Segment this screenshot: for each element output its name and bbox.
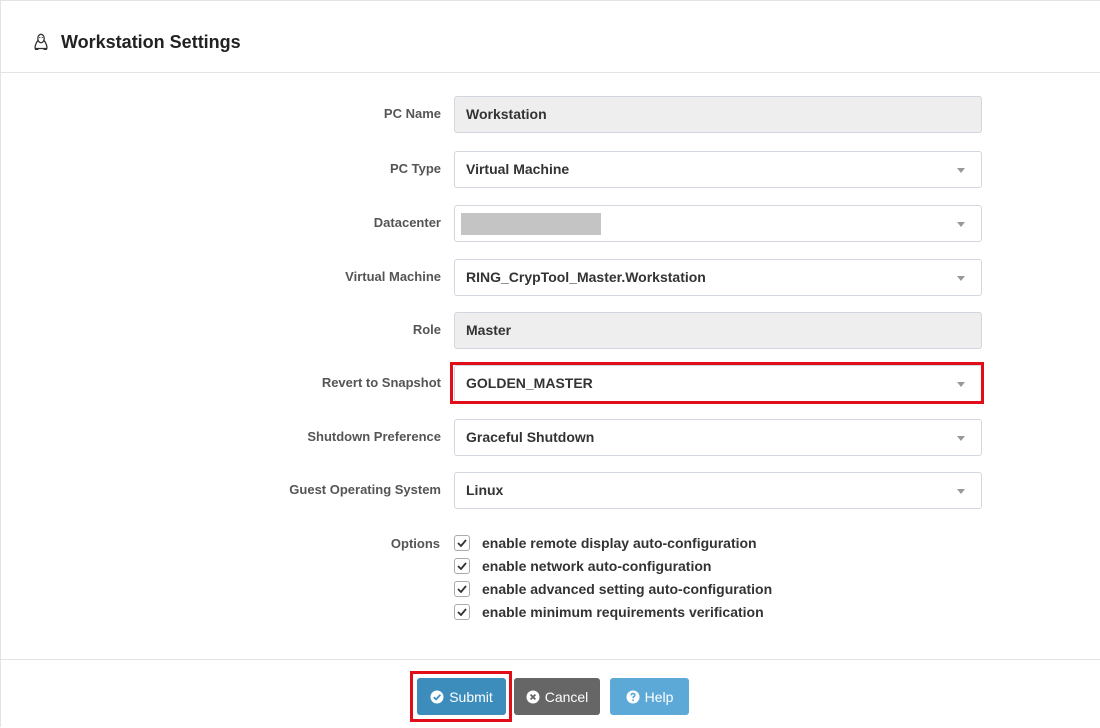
chevron-down-icon (957, 168, 965, 173)
pc-name-label: PC Name (383, 106, 441, 121)
snapshot-highlight-box (450, 362, 984, 404)
advanced-setting-label: enable advanced setting auto-configurati… (482, 581, 773, 597)
shutdown-preference-value: Graceful Shutdown (466, 429, 595, 445)
network-label: enable network auto-configuration (482, 558, 712, 574)
pc-name-value: Workstation (466, 106, 547, 122)
option-advanced-setting[interactable]: enable advanced setting auto-configurati… (454, 579, 772, 599)
linux-penguin-icon (33, 33, 49, 51)
virtual-machine-value: RING_CrypTool_Master.Workstation (466, 269, 706, 285)
advanced-setting-checkbox[interactable] (454, 581, 470, 597)
revert-snapshot-label: Revert to Snapshot (321, 375, 441, 390)
chevron-down-icon (957, 436, 965, 441)
guest-os-label: Guest Operating System (289, 482, 441, 497)
option-network[interactable]: enable network auto-configuration (454, 556, 711, 576)
help-button[interactable]: Help (610, 678, 689, 715)
times-circle-icon (526, 690, 540, 704)
pc-name-field: Workstation (454, 96, 982, 133)
cancel-label: Cancel (544, 688, 589, 705)
row-virtual-machine: Virtual Machine RING_CrypTool_Master.Wor… (1, 257, 1100, 297)
question-circle-icon (626, 690, 640, 704)
remote-display-checkbox[interactable] (454, 535, 470, 551)
row-shutdown-preference: Shutdown Preference Graceful Shutdown (1, 417, 1100, 457)
role-field: Master (454, 312, 982, 349)
page-title: Workstation Settings (61, 32, 241, 52)
redacted-value (461, 213, 601, 235)
network-checkbox[interactable] (454, 558, 470, 574)
chevron-down-icon (957, 489, 965, 494)
cancel-button[interactable]: Cancel (514, 678, 600, 715)
row-pc-name: PC Name Workstation (1, 94, 1100, 134)
submit-button[interactable]: Submit (417, 678, 506, 715)
option-remote-display[interactable]: enable remote display auto-configuration (454, 533, 757, 553)
role-value: Master (466, 322, 512, 338)
minimum-requirements-checkbox[interactable] (454, 604, 470, 620)
row-datacenter: Datacenter (1, 203, 1100, 243)
shutdown-preference-select[interactable]: Graceful Shutdown (454, 419, 982, 456)
option-minimum-requirements[interactable]: enable minimum requirements verification (454, 602, 764, 622)
role-label: Role (412, 322, 441, 337)
virtual-machine-select[interactable]: RING_CrypTool_Master.Workstation (454, 259, 982, 296)
row-pc-type: PC Type Virtual Machine (1, 149, 1100, 189)
pc-type-select[interactable]: Virtual Machine (454, 151, 982, 188)
workstation-settings-panel: Workstation Settings PC Name Workstation… (0, 0, 1100, 727)
options-label: Options (390, 536, 440, 551)
datacenter-label: Datacenter (373, 215, 441, 230)
chevron-down-icon (957, 276, 965, 281)
pc-type-value: Virtual Machine (466, 161, 570, 177)
check-icon (457, 562, 467, 570)
check-icon (457, 539, 467, 547)
submit-label: Submit (449, 688, 493, 705)
check-circle-icon (430, 690, 444, 704)
row-role: Role Master (1, 310, 1100, 350)
chevron-down-icon (957, 222, 965, 227)
panel-header: Workstation Settings (1, 1, 1100, 73)
check-icon (457, 585, 467, 593)
datacenter-select[interactable] (454, 205, 982, 242)
row-guest-os: Guest Operating System Linux (1, 470, 1100, 510)
guest-os-select[interactable]: Linux (454, 472, 982, 509)
help-label: Help (644, 688, 674, 705)
shutdown-preference-label: Shutdown Preference (307, 429, 441, 444)
guest-os-value: Linux (466, 482, 504, 498)
check-icon (457, 608, 467, 616)
pc-type-label: PC Type (389, 161, 441, 176)
minimum-requirements-label: enable minimum requirements verification (482, 604, 764, 620)
remote-display-label: enable remote display auto-configuration (482, 535, 757, 551)
virtual-machine-label: Virtual Machine (345, 269, 441, 284)
